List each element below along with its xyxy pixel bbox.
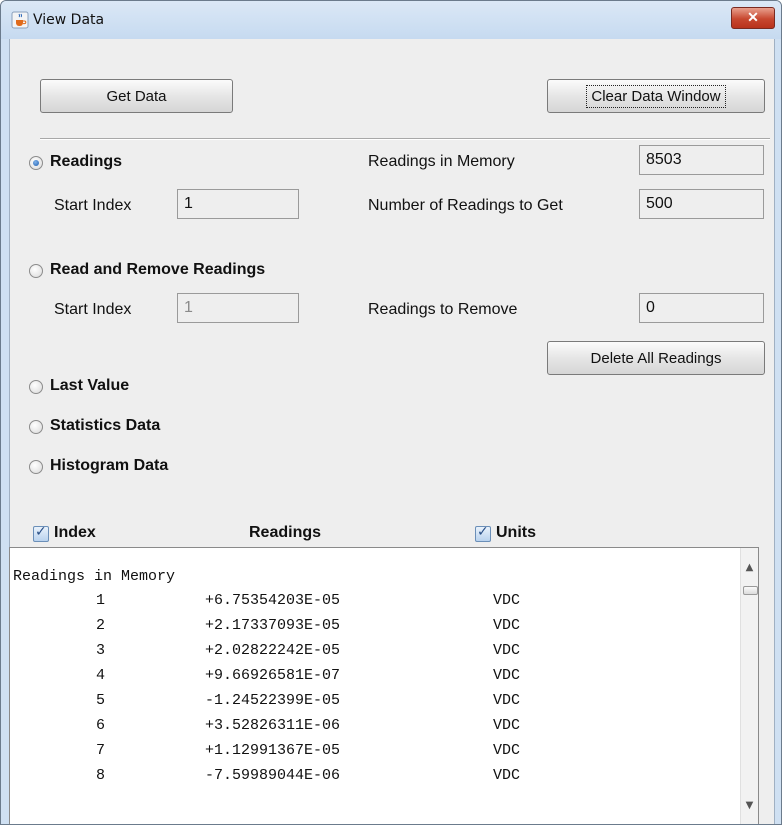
units-column-label[interactable]: Units xyxy=(496,524,536,542)
readings-column-label: Readings xyxy=(249,524,322,541)
table-row: 1 +6.75354203E-05 VDC xyxy=(10,592,730,614)
readings-to-remove-label: Readings to Remove xyxy=(368,301,518,318)
vertical-scrollbar[interactable]: ▲ ▼ xyxy=(740,548,758,824)
row-unit: VDC xyxy=(493,642,521,659)
row-unit: VDC xyxy=(493,742,521,759)
window-title: View Data xyxy=(33,12,105,28)
row-index: 6 xyxy=(95,717,105,734)
separator xyxy=(40,138,770,140)
close-button[interactable]: ✕ xyxy=(731,7,775,29)
remove-start-index-field: 1 xyxy=(177,293,299,323)
remove-start-index-label: Start Index xyxy=(54,301,132,318)
row-value: +1.12991367E-05 xyxy=(205,742,341,759)
table-row: 8 -7.59989044E-06 VDC xyxy=(10,767,730,789)
scroll-down-icon[interactable]: ▼ xyxy=(741,800,758,816)
get-data-label: Get Data xyxy=(106,88,167,105)
statistics-data-radio-label[interactable]: Statistics Data xyxy=(50,417,160,435)
row-value: +2.17337093E-05 xyxy=(205,617,341,634)
row-unit: VDC xyxy=(493,692,521,709)
table-row: 3 +2.02822242E-05 VDC xyxy=(10,642,730,664)
readings-in-memory-label: Readings in Memory xyxy=(368,153,515,170)
table-row: 5 -1.24522399E-05 VDC xyxy=(10,692,730,714)
row-index: 5 xyxy=(95,692,105,709)
delete-all-readings-button[interactable]: Delete All Readings xyxy=(547,341,765,375)
readings-radio[interactable] xyxy=(29,156,43,170)
output-title: Readings in Memory xyxy=(13,568,176,585)
row-unit: VDC xyxy=(493,667,521,684)
start-index-field[interactable]: 1 xyxy=(177,189,299,219)
start-index-label: Start Index xyxy=(54,197,132,214)
read-and-remove-radio[interactable] xyxy=(29,264,43,278)
table-row: 6 +3.52826311E-06 VDC xyxy=(10,717,730,739)
row-unit: VDC xyxy=(493,617,521,634)
last-value-radio-label[interactable]: Last Value xyxy=(50,377,129,395)
histogram-data-radio-label[interactable]: Histogram Data xyxy=(50,457,168,475)
row-value: -7.59989044E-06 xyxy=(205,767,341,784)
histogram-data-radio[interactable] xyxy=(29,460,43,474)
row-value: +6.75354203E-05 xyxy=(205,592,341,609)
table-row: 7 +1.12991367E-05 VDC xyxy=(10,742,730,764)
row-index: 2 xyxy=(95,617,105,634)
scroll-up-icon[interactable]: ▲ xyxy=(741,562,758,578)
get-data-button[interactable]: Get Data xyxy=(40,79,233,113)
java-cup-icon xyxy=(11,11,29,29)
row-value: +3.52826311E-06 xyxy=(205,717,341,734)
readings-in-memory-field: 8503 xyxy=(639,145,764,175)
row-index: 8 xyxy=(95,767,105,784)
delete-all-readings-label: Delete All Readings xyxy=(590,350,722,367)
index-column-label[interactable]: Index xyxy=(54,524,96,542)
read-and-remove-radio-label[interactable]: Read and Remove Readings xyxy=(50,261,265,279)
row-index: 3 xyxy=(95,642,105,659)
index-checkbox[interactable] xyxy=(33,524,49,542)
close-icon: ✕ xyxy=(747,9,759,25)
scroll-thumb[interactable] xyxy=(743,586,758,595)
number-of-readings-field[interactable]: 500 xyxy=(639,189,764,219)
row-index: 1 xyxy=(95,592,105,609)
title-bar[interactable]: View Data ✕ xyxy=(1,1,781,39)
row-index: 4 xyxy=(95,667,105,684)
row-unit: VDC xyxy=(493,592,521,609)
table-row: 2 +2.17337093E-05 VDC xyxy=(10,617,730,639)
units-checkbox[interactable] xyxy=(475,524,491,542)
row-unit: VDC xyxy=(493,767,521,784)
clear-data-window-label: Clear Data Window xyxy=(586,85,726,108)
row-index: 7 xyxy=(95,742,105,759)
row-value: +9.66926581E-07 xyxy=(205,667,341,684)
last-value-radio[interactable] xyxy=(29,380,43,394)
clear-data-window-button[interactable]: Clear Data Window xyxy=(547,79,765,113)
statistics-data-radio[interactable] xyxy=(29,420,43,434)
table-row: 4 +9.66926581E-07 VDC xyxy=(10,667,730,689)
view-data-window: View Data ✕ Get Data Clear Data Window R… xyxy=(0,0,782,825)
readings-radio-label[interactable]: Readings xyxy=(50,153,122,171)
row-unit: VDC xyxy=(493,717,521,734)
row-value: +2.02822242E-05 xyxy=(205,642,341,659)
row-value: -1.24522399E-05 xyxy=(205,692,341,709)
data-output-area[interactable]: Readings in Memory 1 +6.75354203E-05 VDC… xyxy=(9,547,759,824)
readings-to-remove-field[interactable]: 0 xyxy=(639,293,764,323)
number-of-readings-label: Number of Readings to Get xyxy=(368,197,563,214)
